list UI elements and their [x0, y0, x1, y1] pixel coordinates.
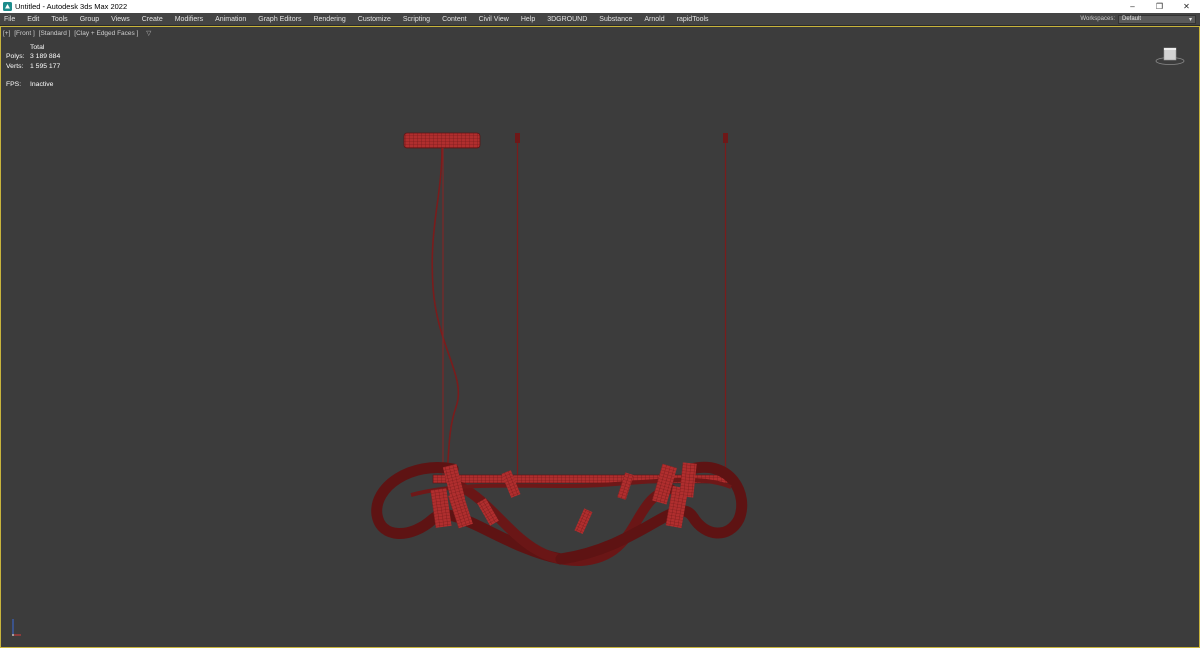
menu-rapidtools[interactable]: rapidTools: [671, 16, 715, 23]
minimize-button[interactable]: –: [1119, 0, 1146, 13]
chandelier-model[interactable]: [371, 132, 748, 567]
viewport-point-of-view[interactable]: [Front ]: [14, 30, 35, 37]
viewcube-icon[interactable]: [1155, 43, 1185, 67]
menu-modifiers[interactable]: Modifiers: [169, 16, 209, 23]
menu-animation[interactable]: Animation: [209, 16, 252, 23]
workspace-label: Workspaces:: [1080, 16, 1115, 22]
verts-label: Verts:: [6, 62, 24, 70]
app-icon[interactable]: [3, 2, 12, 11]
menu-create[interactable]: Create: [136, 16, 169, 23]
power-cord: [431, 147, 460, 478]
restore-button[interactable]: ❐: [1146, 0, 1173, 13]
menu-edit[interactable]: Edit: [21, 16, 45, 23]
workspace-dropdown[interactable]: Default ▾: [1118, 14, 1196, 24]
menu-3dground[interactable]: 3DGROUND: [541, 16, 593, 23]
menu-rendering[interactable]: Rendering: [307, 16, 351, 23]
ceiling-canopy[interactable]: [403, 132, 481, 149]
title-bar: Untitled - Autodesk 3ds Max 2022 – ❐ ✕: [0, 0, 1200, 13]
viewport-shading[interactable]: [Clay + Edged Faces ]: [74, 30, 138, 37]
menu-bar: File Edit Tools Group Views Create Modif…: [0, 13, 1200, 26]
menu-views[interactable]: Views: [105, 16, 136, 23]
viewport-label[interactable]: [+] [Front ] [Standard ] [Clay + Edged F…: [3, 29, 151, 37]
menu-customize[interactable]: Customize: [352, 16, 397, 23]
spotlight-center-right[interactable]: [574, 508, 593, 534]
wire-clamp-right: [723, 133, 728, 143]
spotlight-right-3[interactable]: [679, 462, 697, 498]
menu-help[interactable]: Help: [515, 16, 541, 23]
menu-content[interactable]: Content: [436, 16, 473, 23]
menu-tools[interactable]: Tools: [45, 16, 73, 23]
menu-file[interactable]: File: [0, 16, 21, 23]
statistics-overlay: Total Polys: 3 189 884 Verts: 1 595 177 FP…: [6, 43, 60, 90]
chevron-down-icon: ▾: [1188, 16, 1192, 23]
menu-scripting[interactable]: Scripting: [397, 16, 436, 23]
menu-substance[interactable]: Substance: [593, 16, 638, 23]
polys-label: Polys:: [6, 53, 25, 61]
funnel-icon[interactable]: ▽: [146, 30, 151, 37]
stats-header: Total: [30, 44, 45, 51]
verts-value: 1 595 177: [30, 62, 61, 70]
scene-canvas[interactable]: [1, 27, 1199, 647]
front-viewport[interactable]: [+] [Front ] [Standard ] [Clay + Edged F…: [0, 26, 1200, 648]
window-title: Untitled - Autodesk 3ds Max 2022: [15, 2, 128, 11]
fps-value: Inactive: [30, 81, 54, 89]
wire-clamp-middle: [515, 133, 520, 143]
polys-value: 3 189 884: [30, 53, 61, 61]
menu-graph-editors[interactable]: Graph Editors: [252, 16, 307, 23]
menu-arnold[interactable]: Arnold: [638, 16, 670, 23]
viewport-menu-plus[interactable]: [+]: [3, 30, 10, 37]
workspace-value: Default: [1122, 16, 1142, 22]
menu-group[interactable]: Group: [74, 16, 105, 23]
axis-tripod-icon: [7, 615, 23, 637]
fps-label: FPS:: [6, 81, 22, 89]
close-button[interactable]: ✕: [1173, 0, 1200, 13]
viewport-standard[interactable]: [Standard ]: [39, 30, 71, 37]
menu-civil-view[interactable]: Civil View: [473, 16, 515, 23]
workspace-area: Workspaces: Default ▾: [1080, 14, 1200, 24]
